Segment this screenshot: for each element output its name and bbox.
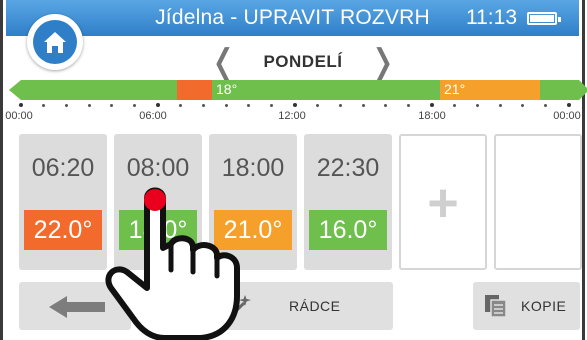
hour-tick [270, 104, 274, 107]
hour-tick [475, 104, 479, 107]
copy-icon [485, 295, 507, 318]
hour-tick [178, 104, 182, 107]
hour-tick [407, 104, 411, 107]
slot-temperature: 16.0° [309, 210, 387, 250]
thermostat-screen: Jídelna - UPRAVIT ROZVRH 11:13 ❬ PONDELÍ… [0, 0, 587, 340]
timeline-segment: 18° [212, 80, 440, 100]
empty-slot[interactable] [494, 134, 582, 270]
chevron-right-icon[interactable]: ❭ [369, 44, 398, 80]
hour-tick [452, 104, 456, 107]
battery-icon [527, 12, 561, 25]
hour-tick [201, 104, 205, 107]
hour-tick [224, 104, 228, 107]
timeline-segment [540, 80, 579, 100]
timeline-segment [177, 80, 212, 100]
hour-tick [133, 104, 137, 107]
hour-tick [41, 104, 45, 107]
hour-tick [567, 103, 571, 107]
hour-tick [315, 104, 319, 107]
arrow-left-icon [49, 296, 105, 318]
clock: 11:13 [466, 6, 517, 29]
timeline-bar: 18° 21° [9, 80, 587, 100]
hour-label: 06:00 [139, 110, 167, 122]
schedule-slot[interactable]: 06:20 22.0° [19, 134, 107, 270]
hour-tick [521, 104, 525, 107]
add-slot-button[interactable]: + [399, 134, 487, 270]
hour-tick [293, 103, 297, 107]
slot-time: 06:20 [31, 154, 95, 182]
schedule-slot[interactable]: 22:30 16.0° [304, 134, 392, 270]
copy-label: KOPIE [521, 298, 567, 314]
timeline-segment: 21° [440, 80, 540, 100]
hour-tick [361, 104, 365, 107]
home-button[interactable] [27, 14, 83, 70]
hour-tick [430, 103, 434, 107]
timeline-segment [21, 80, 177, 100]
timeline-end-marker [579, 80, 587, 100]
tap-hand-icon [105, 187, 240, 340]
day-navigator: ❬ PONDELÍ ❭ [203, 44, 403, 80]
title-bar: Jídelna - UPRAVIT ROZVRH 11:13 [6, 0, 579, 36]
hour-tick [19, 103, 23, 107]
hour-tick [87, 104, 91, 107]
hour-tick [64, 104, 68, 107]
hour-label: 18:00 [418, 110, 446, 122]
hour-tick [247, 104, 251, 107]
hour-label: 00:00 [5, 110, 33, 122]
plus-icon: + [427, 173, 459, 233]
copy-button[interactable]: KOPIE [473, 282, 580, 330]
hour-tick [544, 104, 548, 107]
slot-time: 22:30 [316, 154, 380, 182]
hour-label: 12:00 [278, 110, 306, 122]
hour-tick [338, 104, 342, 107]
hour-tick [110, 104, 114, 107]
slot-temperature: 22.0° [24, 210, 102, 250]
wizard-label: RÁDCE [289, 298, 341, 314]
timeline-start-marker [9, 80, 21, 100]
hour-label: 00:00 [553, 110, 581, 122]
home-icon [33, 20, 77, 64]
hour-tick [498, 104, 502, 107]
hour-tick [156, 103, 160, 107]
hour-tick [384, 104, 388, 107]
